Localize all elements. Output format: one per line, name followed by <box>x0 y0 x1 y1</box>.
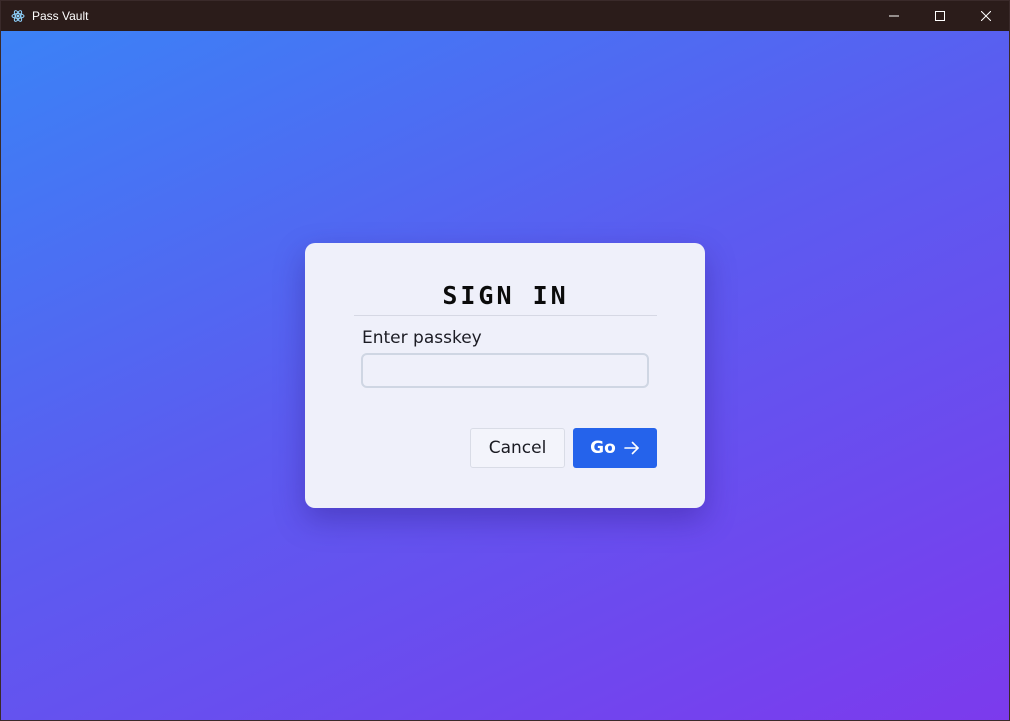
close-button[interactable] <box>963 1 1009 31</box>
minimize-icon <box>889 15 899 17</box>
gradient-background: SIGN IN Enter passkey Cancel Go <box>1 31 1009 720</box>
atom-icon <box>10 8 26 24</box>
window-title: Pass Vault <box>32 9 89 23</box>
app-window: Pass Vault SIGN IN Enter passkey Cancel … <box>0 0 1010 721</box>
maximize-icon <box>935 11 945 21</box>
title-bar[interactable]: Pass Vault <box>1 1 1009 31</box>
go-button-label: Go <box>590 438 616 458</box>
passkey-input[interactable] <box>361 353 649 388</box>
minimize-button[interactable] <box>871 1 917 31</box>
title-divider <box>354 315 657 316</box>
go-button[interactable]: Go <box>573 428 657 468</box>
maximize-button[interactable] <box>917 1 963 31</box>
window-controls <box>871 1 1009 31</box>
cancel-button-label: Cancel <box>488 438 547 458</box>
passkey-label: Enter passkey <box>362 328 482 348</box>
arrow-right-icon <box>624 441 639 455</box>
cancel-button[interactable]: Cancel <box>470 428 565 468</box>
signin-title: SIGN IN <box>442 281 569 310</box>
signin-card: SIGN IN Enter passkey Cancel Go <box>305 243 705 508</box>
close-icon <box>981 11 991 21</box>
